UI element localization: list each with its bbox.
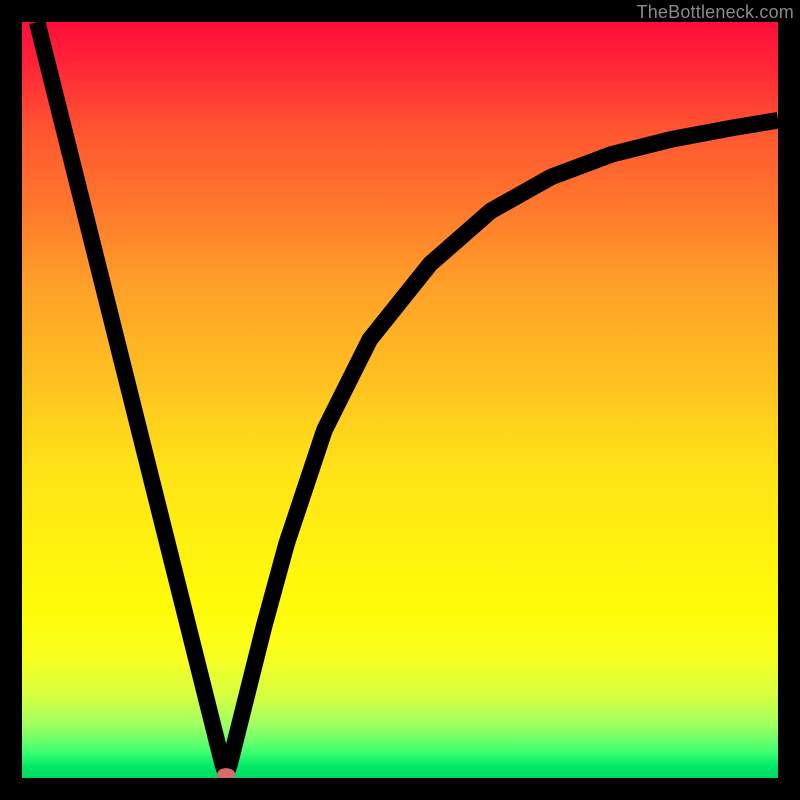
bottleneck-curve [37, 22, 778, 774]
plot-area [22, 22, 778, 778]
watermark-text: TheBottleneck.com [637, 2, 794, 23]
chart-container: TheBottleneck.com [0, 0, 800, 800]
curve-svg [22, 22, 778, 778]
